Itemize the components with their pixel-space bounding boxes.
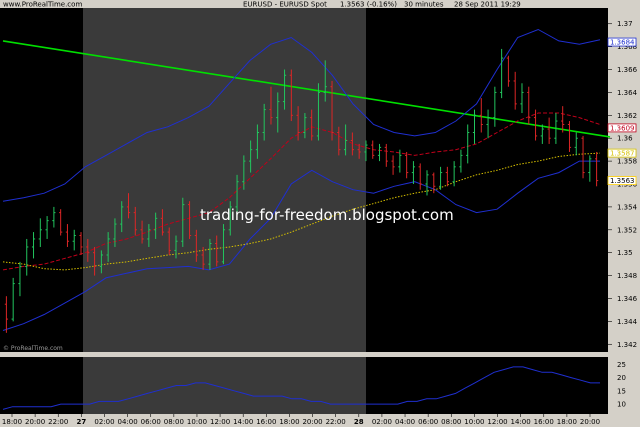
time-tick-label: 04:00 — [395, 418, 415, 426]
indicator-tick-label: 25 — [617, 361, 626, 369]
time-tick-label: 28 — [354, 418, 364, 426]
time-tick-label: 10:00 — [464, 418, 484, 426]
panel-separator — [0, 352, 640, 357]
time-tick-label: 18:00 — [2, 418, 22, 426]
price-tick-label: 1.358 — [617, 158, 637, 166]
time-tick-label: 16:00 — [534, 418, 554, 426]
price-label: 1.3609 — [610, 124, 635, 132]
time-tick-label: 27 — [76, 418, 86, 426]
datetime-label: 28 Sep 2011 19:29 — [454, 1, 521, 9]
time-tick-label: 14:00 — [511, 418, 531, 426]
price-tick-label: 1.348 — [617, 272, 637, 280]
time-tick-label: 08:00 — [441, 418, 461, 426]
price-label: 1.3587 — [610, 149, 635, 157]
price-label: 1.3563 — [610, 177, 635, 185]
time-tick-label: 22:00 — [326, 418, 346, 426]
price-tick-label: 1.346 — [617, 295, 638, 303]
indicator-tick-label: 10 — [617, 401, 626, 409]
time-tick-label: 18:00 — [557, 418, 577, 426]
watermark: trading-for-freedom.blogspot.com — [200, 206, 454, 224]
time-tick-label: 20:00 — [580, 418, 600, 426]
price-tick-label: 1.366 — [617, 66, 638, 74]
price-tick-label: 1.344 — [617, 318, 638, 326]
change-label: 1.3563 (-0.16%) — [340, 1, 397, 9]
price-tick-label: 1.37 — [617, 20, 633, 28]
time-tick-label: 18:00 — [279, 418, 299, 426]
indicator-tick-label: 20 — [617, 374, 626, 382]
time-tick-label: 20:00 — [302, 418, 322, 426]
copyright-label: © ProRealTime.com — [3, 345, 63, 352]
time-tick-label: 16:00 — [256, 418, 276, 426]
time-tick-label: 12:00 — [487, 418, 507, 426]
chart-canvas: www.ProRealTime.com EURUSD - EURUSD Spot… — [0, 0, 640, 427]
time-tick-label: 10:00 — [187, 418, 207, 426]
time-tick-label: 06:00 — [418, 418, 438, 426]
time-tick-label: 22:00 — [48, 418, 68, 426]
indicator-tick-label: 15 — [617, 387, 626, 395]
time-tick-label: 06:00 — [141, 418, 161, 426]
time-tick-label: 08:00 — [164, 418, 184, 426]
price-tick-label: 1.352 — [617, 226, 637, 234]
time-tick-label: 12:00 — [210, 418, 230, 426]
session-shade-indicator — [83, 357, 366, 414]
site-label: www.ProRealTime.com — [3, 1, 82, 9]
price-tick-label: 1.35 — [617, 249, 633, 257]
time-tick-label: 20:00 — [25, 418, 45, 426]
price-tick-label: 1.342 — [617, 341, 637, 349]
price-tick-label: 1.364 — [617, 89, 638, 97]
instrument-label: EURUSD - EURUSD Spot — [243, 1, 327, 9]
time-tick-label: 02:00 — [94, 418, 114, 426]
timeframe-label: 30 minutes — [404, 1, 444, 9]
price-tick-label: 1.36 — [617, 135, 633, 143]
price-tick-label: 1.354 — [617, 203, 638, 211]
price-label: 1.3684 — [610, 38, 635, 46]
time-tick-label: 14:00 — [233, 418, 253, 426]
price-tick-label: 1.362 — [617, 112, 637, 120]
time-tick-label: 02:00 — [372, 418, 392, 426]
time-tick-label: 04:00 — [118, 418, 138, 426]
